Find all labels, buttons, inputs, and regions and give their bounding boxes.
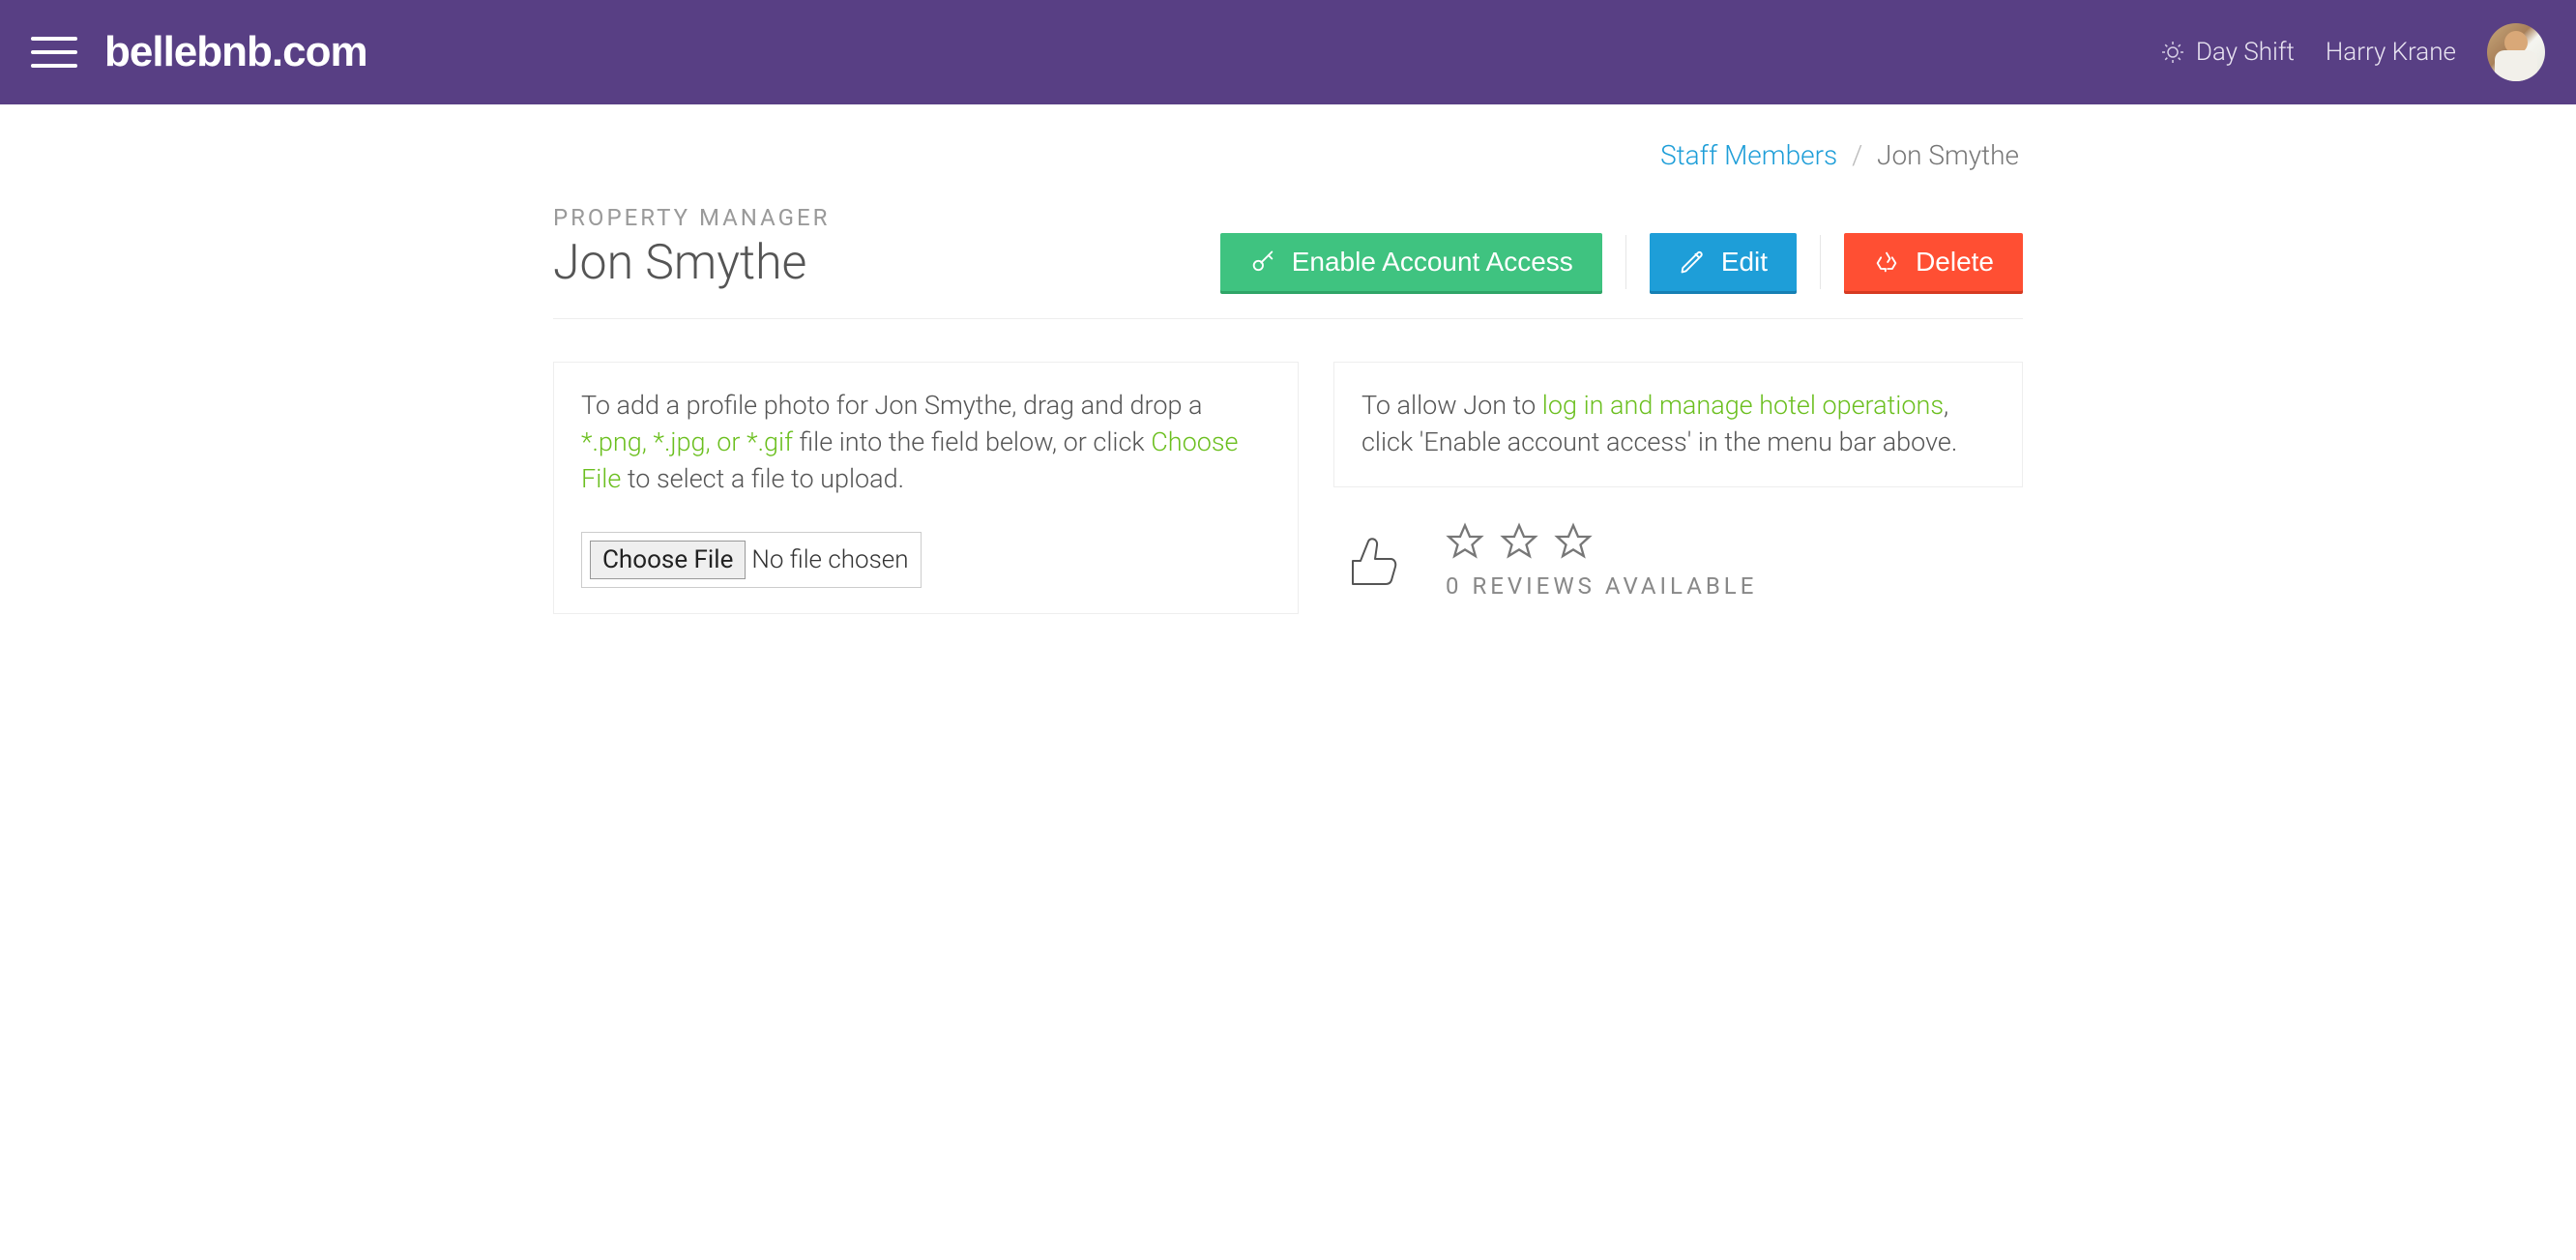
breadcrumb: Staff Members / Jon Smythe xyxy=(553,104,2023,171)
star-icon xyxy=(1446,522,1484,561)
current-user-name[interactable]: Harry Krane xyxy=(2326,38,2456,67)
page-header-row: PROPERTY MANAGER Jon Smythe Enable Accou… xyxy=(553,204,2023,319)
account-access-instructions: To allow Jon to log in and manage hotel … xyxy=(1361,388,1995,461)
edit-label: Edit xyxy=(1721,247,1768,278)
right-column: To allow Jon to log in and manage hotel … xyxy=(1333,362,2023,614)
file-input-row: Choose File No file chosen xyxy=(581,532,1271,588)
pencil-icon xyxy=(1679,249,1706,276)
star-icon xyxy=(1554,522,1593,561)
choose-file-button[interactable]: Choose File xyxy=(590,541,746,579)
hamburger-menu-icon[interactable] xyxy=(31,37,77,68)
star-rating xyxy=(1446,522,1757,561)
top-bar: bellebnb.com Day Shift Harry Krane xyxy=(0,0,2576,104)
delete-button[interactable]: Delete xyxy=(1844,233,2023,291)
title-block: PROPERTY MANAGER Jon Smythe xyxy=(553,204,830,291)
divider xyxy=(1820,235,1821,289)
enable-account-access-button[interactable]: Enable Account Access xyxy=(1220,233,1602,291)
role-label: PROPERTY MANAGER xyxy=(553,204,830,231)
shift-indicator[interactable]: Day Shift xyxy=(2161,38,2295,67)
content-columns: To add a profile photo for Jon Smythe, d… xyxy=(553,362,2023,614)
breadcrumb-current: Jon Smythe xyxy=(1877,139,2019,171)
star-icon xyxy=(1500,522,1538,561)
filetypes-text: *.png, *.jpg, or *.gif xyxy=(581,426,793,457)
reviews-right: 0 REVIEWS AVAILABLE xyxy=(1446,522,1757,600)
delete-label: Delete xyxy=(1916,247,1994,278)
reviews-summary: 0 REVIEWS AVAILABLE xyxy=(1333,522,2023,600)
brand-logo[interactable]: bellebnb.com xyxy=(104,28,367,76)
top-right-group: Day Shift Harry Krane xyxy=(2161,23,2545,81)
key-icon xyxy=(1249,249,1276,276)
enable-account-access-label: Enable Account Access xyxy=(1292,247,1573,278)
file-input[interactable]: Choose File No file chosen xyxy=(581,532,922,588)
sun-icon xyxy=(2161,41,2184,64)
page-title: Jon Smythe xyxy=(553,235,830,291)
thumbs-up-icon xyxy=(1339,530,1401,592)
reviews-count-label: 0 REVIEWS AVAILABLE xyxy=(1446,572,1757,600)
upload-instructions: To add a profile photo for Jon Smythe, d… xyxy=(581,388,1271,497)
divider xyxy=(1625,235,1626,289)
upload-photo-card: To add a profile photo for Jon Smythe, d… xyxy=(553,362,1299,614)
recycle-icon xyxy=(1873,249,1900,276)
file-chosen-label: No file chosen xyxy=(751,542,908,577)
edit-button[interactable]: Edit xyxy=(1650,233,1797,291)
login-manage-text: log in and manage hotel operations xyxy=(1542,390,1944,421)
account-access-card: To allow Jon to log in and manage hotel … xyxy=(1333,362,2023,487)
breadcrumb-parent-link[interactable]: Staff Members xyxy=(1660,139,1837,171)
avatar[interactable] xyxy=(2487,23,2545,81)
breadcrumb-separator: / xyxy=(1852,139,1862,171)
action-buttons: Enable Account Access Edit xyxy=(1220,233,2023,291)
shift-label: Day Shift xyxy=(2196,38,2295,67)
